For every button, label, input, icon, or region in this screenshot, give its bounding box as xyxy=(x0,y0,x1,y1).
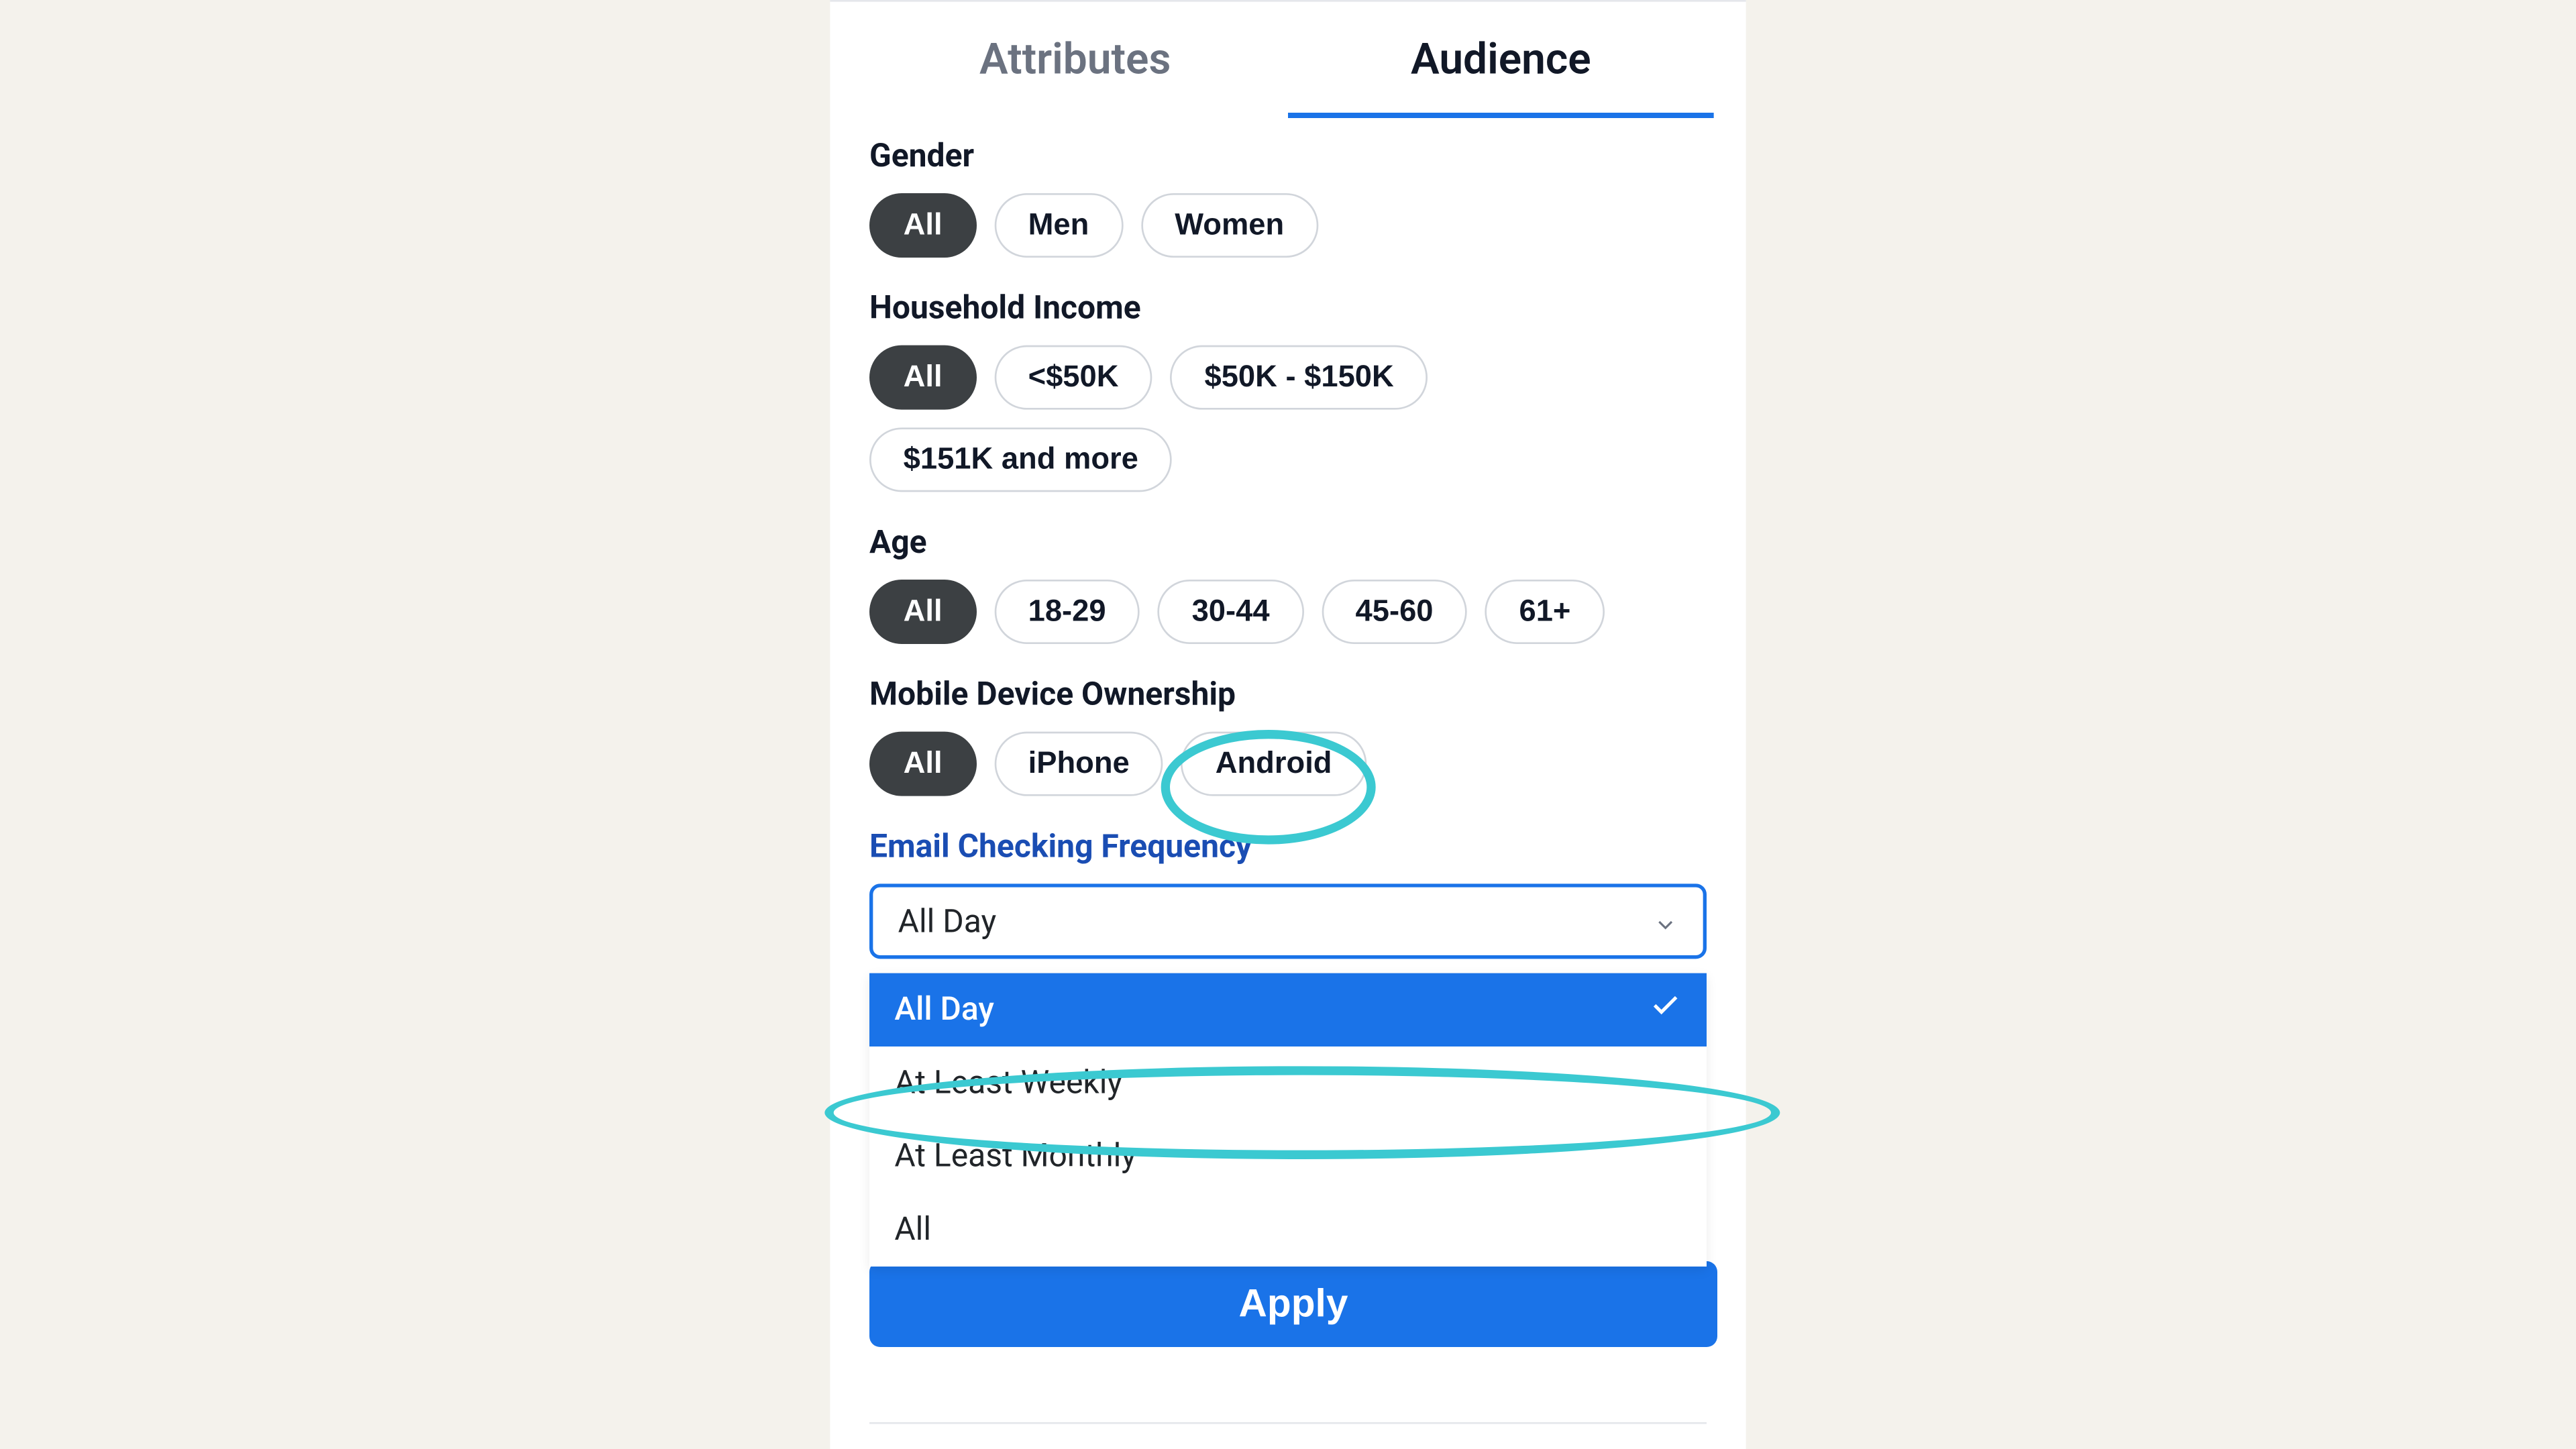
income-pill-all[interactable]: All xyxy=(869,345,976,410)
dropdown-option-label: All Day xyxy=(894,991,994,1028)
dropdown-option-at-least-weekly[interactable]: At Least Weekly xyxy=(869,1046,1707,1120)
device-section: Mobile Device Ownership All iPhone Andro… xyxy=(869,676,1707,796)
dropdown-option-at-least-monthly[interactable]: At Least Monthly xyxy=(869,1120,1707,1193)
dropdown-option-label: All xyxy=(894,1211,931,1248)
age-pill-30-44[interactable]: 30-44 xyxy=(1158,580,1303,644)
device-pill-android[interactable]: Android xyxy=(1181,732,1366,796)
age-pill-18-29[interactable]: 18-29 xyxy=(994,580,1140,644)
gender-pill-row: All Men Women xyxy=(869,193,1707,258)
age-pill-61plus[interactable]: 61+ xyxy=(1485,580,1605,644)
chevron-down-icon xyxy=(1653,909,1678,934)
income-section: Household Income All <$50K $50K - $150K … xyxy=(869,290,1707,492)
dropdown-option-label: At Least Weekly xyxy=(894,1065,1122,1102)
income-pill-151kplus[interactable]: $151K and more xyxy=(869,427,1173,492)
gender-label: Gender xyxy=(869,138,1707,175)
dropdown-option-all-day[interactable]: All Day xyxy=(869,973,1707,1046)
apply-button[interactable]: Apply xyxy=(869,1261,1717,1347)
check-icon xyxy=(1650,989,1682,1030)
age-label: Age xyxy=(869,524,1707,561)
age-pill-all[interactable]: All xyxy=(869,580,976,644)
age-pill-45-60[interactable]: 45-60 xyxy=(1322,580,1467,644)
tab-audience[interactable]: Audience xyxy=(1288,2,1714,117)
income-pill-50to150k[interactable]: $50K - $150K xyxy=(1171,345,1428,410)
email-frequency-select[interactable]: All Day xyxy=(869,883,1707,959)
device-pill-row: All iPhone Android xyxy=(869,732,1707,796)
audience-filter-panel: Attributes Audience Gender All Men Women… xyxy=(830,0,1746,1449)
divider xyxy=(869,1422,1707,1424)
age-section: Age All 18-29 30-44 45-60 61+ xyxy=(869,524,1707,644)
income-label: Household Income xyxy=(869,290,1707,327)
dropdown-option-label: At Least Monthly xyxy=(894,1138,1136,1175)
device-pill-all[interactable]: All xyxy=(869,732,976,796)
email-frequency-section: Email Checking Frequency All Day All Day xyxy=(869,828,1707,959)
income-pill-row: All <$50K $50K - $150K $151K and more xyxy=(869,345,1707,492)
email-frequency-value: All Day xyxy=(898,902,997,940)
gender-pill-women[interactable]: Women xyxy=(1141,193,1318,258)
device-label: Mobile Device Ownership xyxy=(869,676,1707,714)
tab-attributes[interactable]: Attributes xyxy=(862,2,1288,117)
email-frequency-dropdown: All Day At Least Weekly At Least Monthly xyxy=(869,973,1707,1267)
tab-bar: Attributes Audience xyxy=(830,2,1746,117)
income-pill-under50k[interactable]: <$50K xyxy=(994,345,1152,410)
age-pill-row: All 18-29 30-44 45-60 61+ xyxy=(869,580,1707,644)
device-pill-iphone[interactable]: iPhone xyxy=(994,732,1163,796)
gender-pill-men[interactable]: Men xyxy=(994,193,1123,258)
gender-section: Gender All Men Women xyxy=(869,138,1707,258)
dropdown-option-all[interactable]: All xyxy=(869,1193,1707,1267)
gender-pill-all[interactable]: All xyxy=(869,193,976,258)
email-frequency-label: Email Checking Frequency xyxy=(869,828,1707,866)
